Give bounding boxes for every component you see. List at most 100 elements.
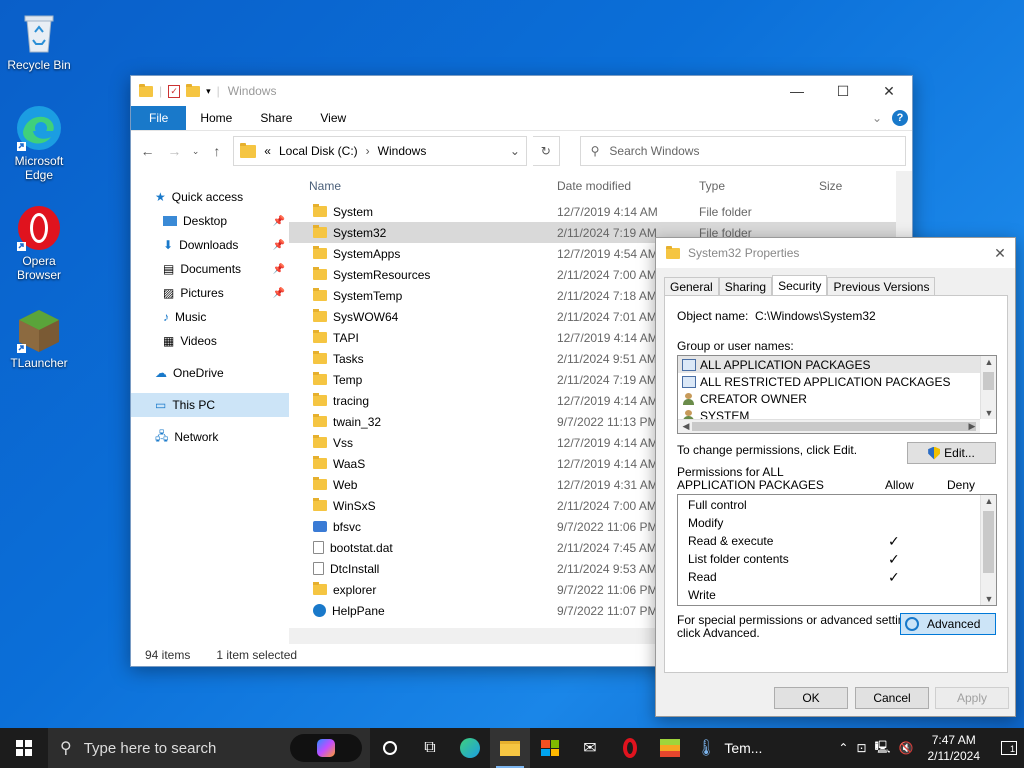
scroll-down-icon[interactable]: ▼: [981, 408, 996, 418]
search-box[interactable]: ⚲ Search Windows: [579, 136, 906, 166]
minimize-button[interactable]: —: [774, 76, 820, 106]
file-date: 12/7/2019 4:14 AM: [557, 204, 658, 219]
title-bar[interactable]: | ✓ ▾ | Windows — ☐ ✕: [131, 76, 912, 106]
group-item[interactable]: CREATOR OWNER: [678, 390, 996, 407]
nav-network[interactable]: 🖧 Network: [131, 425, 289, 449]
tab-view[interactable]: View: [306, 106, 360, 130]
column-name[interactable]: Name: [289, 179, 551, 193]
taskbar-temperature[interactable]: 🌡 Tem...: [690, 728, 768, 768]
nav-pictures[interactable]: ▨ Pictures 📌: [131, 281, 289, 305]
nav-onedrive[interactable]: ☁ OneDrive: [131, 361, 289, 385]
taskbar-search-input[interactable]: Type here to search: [84, 740, 217, 757]
scroll-down-icon[interactable]: ▼: [981, 594, 996, 604]
address-bar[interactable]: « Local Disk (C:) › Windows ⌄: [233, 136, 527, 166]
desktop-icon-edge[interactable]: Microsoft Edge: [1, 104, 77, 182]
tab-home[interactable]: Home: [186, 106, 246, 130]
help-icon[interactable]: ?: [892, 110, 908, 126]
column-type[interactable]: Type: [693, 179, 813, 193]
close-button[interactable]: ✕: [866, 76, 912, 106]
group-list-horizontal-scrollbar[interactable]: ◀ ▶: [678, 419, 980, 433]
file-row[interactable]: System 12/7/2019 4:14 AM File folder: [289, 201, 912, 222]
back-arrow-icon[interactable]: ←: [137, 143, 158, 159]
tab-file[interactable]: File: [131, 106, 187, 130]
nav-downloads[interactable]: ⬇ Downloads 📌: [131, 233, 289, 257]
desktop-icon-recycle-bin[interactable]: Recycle Bin: [1, 8, 77, 72]
nav-label: Pictures: [180, 286, 224, 300]
recent-locations-icon[interactable]: ⌄: [191, 146, 201, 157]
permissions-vertical-scrollbar[interactable]: ▲ ▼: [980, 495, 996, 605]
column-date-modified[interactable]: Date modified: [551, 179, 693, 193]
properties-dialog[interactable]: System32 Properties ✕ General Sharing Se…: [655, 237, 1016, 717]
nav-music[interactable]: ♪ Music: [131, 305, 289, 329]
qat-dropdown-icon[interactable]: ▾: [206, 86, 211, 97]
permissions-list[interactable]: Full control Modify Read & execute ✓ List fo…: [677, 494, 997, 606]
breadcrumb-local-disk[interactable]: Local Disk (C:): [279, 144, 358, 158]
special-permissions-text-line1: For special permissions or advanced sett…: [677, 613, 921, 627]
group-user-list[interactable]: ALL APPLICATION PACKAGES ALL RESTRICTED …: [677, 355, 997, 434]
address-overflow[interactable]: «: [264, 144, 271, 158]
scroll-up-icon[interactable]: ▲: [981, 357, 996, 367]
scroll-right-icon[interactable]: ▶: [964, 421, 980, 432]
group-item[interactable]: ALL RESTRICTED APPLICATION PACKAGES: [678, 373, 996, 390]
address-dropdown-icon[interactable]: ⌄: [510, 144, 520, 158]
nav-quick-access[interactable]: ★ Quick access: [131, 185, 289, 209]
bluestacks-icon: [660, 739, 680, 757]
new-folder-icon[interactable]: [186, 83, 201, 97]
apply-button[interactable]: Apply: [935, 687, 1009, 709]
forward-arrow-icon[interactable]: →: [164, 143, 185, 159]
tab-previous-versions[interactable]: Previous Versions: [827, 277, 936, 295]
pin-icon[interactable]: 📌: [273, 216, 285, 227]
taskbar-file-explorer[interactable]: [490, 728, 530, 768]
scroll-thumb[interactable]: [983, 372, 994, 390]
nav-this-pc[interactable]: ▭ This PC: [131, 393, 289, 417]
taskbar-mail[interactable]: ✉: [570, 728, 610, 768]
edit-button[interactable]: Edit...: [907, 442, 996, 464]
maximize-button[interactable]: ☐: [820, 76, 866, 106]
nav-videos[interactable]: ▦ Videos: [131, 329, 289, 353]
chevron-right-icon[interactable]: ›: [366, 144, 370, 158]
ok-button[interactable]: OK: [774, 687, 848, 709]
taskbar-opera[interactable]: [610, 728, 650, 768]
pin-icon[interactable]: 📌: [273, 288, 285, 299]
show-hidden-icons-icon[interactable]: ⌃: [838, 741, 848, 755]
group-list-vertical-scrollbar[interactable]: ▲ ▼: [980, 356, 996, 419]
taskbar-bluestacks[interactable]: [650, 728, 690, 768]
volume-muted-icon[interactable]: 🔇: [899, 741, 914, 755]
search-input[interactable]: Search Windows: [609, 144, 699, 158]
advanced-button[interactable]: Advanced: [900, 613, 996, 635]
copilot-button[interactable]: [290, 734, 362, 762]
tab-security[interactable]: Security: [772, 275, 828, 296]
cancel-button[interactable]: Cancel: [855, 687, 929, 709]
pin-icon[interactable]: 📌: [273, 264, 285, 275]
nav-desktop[interactable]: Desktop 📌: [131, 209, 289, 233]
nav-documents[interactable]: ▤ Documents 📌: [131, 257, 289, 281]
clock[interactable]: 7:47 AM 2/11/2024: [922, 732, 987, 764]
tab-general[interactable]: General: [664, 277, 719, 295]
tab-sharing[interactable]: Sharing: [718, 277, 773, 295]
close-icon[interactable]: ✕: [985, 245, 1015, 262]
start-button[interactable]: [0, 728, 48, 768]
task-view-button[interactable]: ⧉: [410, 728, 450, 768]
taskbar-search-box[interactable]: ⚲ Type here to search: [48, 728, 370, 768]
group-item[interactable]: ALL APPLICATION PACKAGES: [678, 356, 996, 373]
taskbar-store[interactable]: [530, 728, 570, 768]
desktop-icon-tlauncher[interactable]: TLauncher: [1, 306, 77, 370]
refresh-button[interactable]: ↻: [532, 136, 560, 166]
scroll-thumb[interactable]: [983, 511, 994, 573]
meet-now-icon[interactable]: ⊡: [856, 741, 866, 755]
desktop-icon-opera[interactable]: Opera Browser: [1, 204, 77, 282]
expand-ribbon-icon[interactable]: ⌄: [872, 111, 882, 125]
column-size[interactable]: Size: [813, 179, 873, 193]
dialog-title-bar[interactable]: System32 Properties ✕: [656, 238, 1015, 268]
task-view-button[interactable]: [370, 728, 410, 768]
up-arrow-icon[interactable]: ↑: [206, 143, 227, 159]
network-icon[interactable]: 🖳: [875, 738, 891, 759]
scroll-thumb[interactable]: [692, 422, 976, 431]
notification-center-button[interactable]: 1: [994, 741, 1024, 755]
pin-icon[interactable]: 📌: [273, 240, 285, 251]
tab-share[interactable]: Share: [246, 106, 306, 130]
scroll-up-icon[interactable]: ▲: [981, 496, 996, 506]
taskbar-edge[interactable]: [450, 728, 490, 768]
properties-icon[interactable]: ✓: [168, 84, 181, 98]
breadcrumb-windows[interactable]: Windows: [378, 144, 427, 158]
